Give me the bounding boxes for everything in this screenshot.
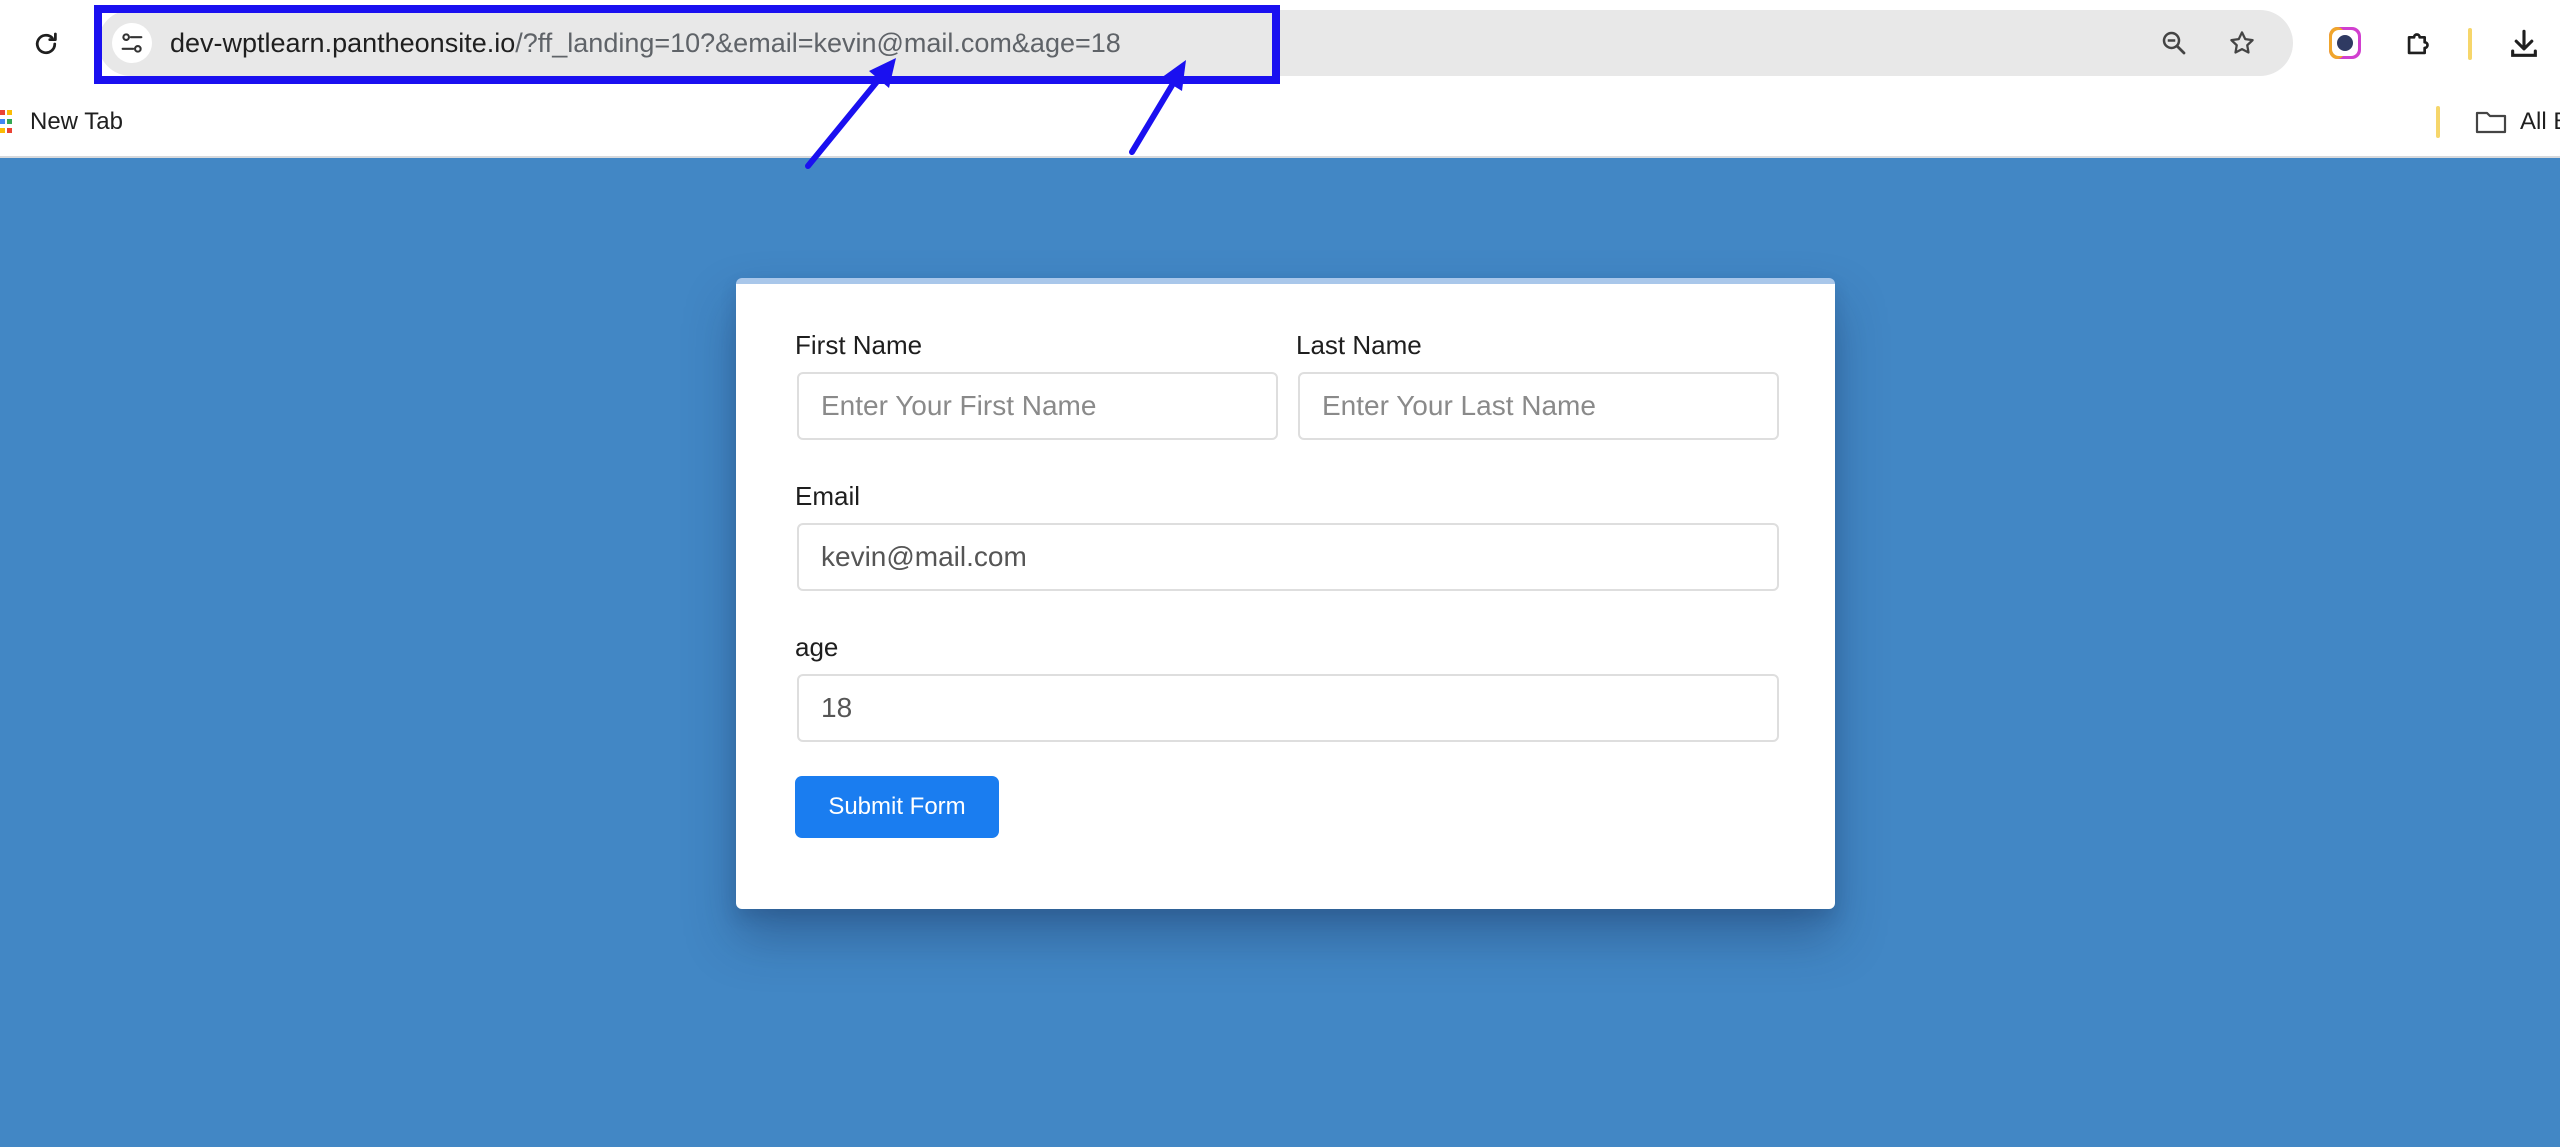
download-icon[interactable] [2502,22,2546,66]
last-name-label: Last Name [1296,330,1422,360]
url-text[interactable]: dev-wptlearn.pantheonsite.io/?ff_landing… [170,10,1121,76]
url-host: dev-wptlearn.pantheonsite.io [170,28,516,58]
bookmarks-divider [2436,106,2440,138]
address-bar[interactable]: dev-wptlearn.pantheonsite.io/?ff_landing… [98,10,2293,76]
first-name-label: First Name [795,330,923,360]
extensions-icon[interactable] [2398,22,2440,64]
zoom-out-icon[interactable] [2156,25,2192,61]
browser-toolbar: dev-wptlearn.pantheonsite.io/?ff_landing… [0,0,2560,88]
form-card: First Name Last Name Email age Submit Fo… [736,278,1835,909]
url-query: /?ff_landing=10?&email=kevin@mail.com&ag… [515,28,1121,58]
bookmark-new-tab[interactable]: New Tab [30,88,123,156]
bookmarks-bar: New Tab All B [0,88,2560,158]
submit-form-button[interactable]: Submit Form [795,776,999,838]
age-field[interactable] [797,674,1779,742]
last-name-field[interactable] [1298,372,1779,440]
age-label: age [795,632,839,662]
email-field[interactable] [797,523,1779,591]
bookmark-star-icon[interactable] [2224,25,2260,61]
apps-grid-icon[interactable] [0,110,18,134]
toolbar-divider [2468,28,2472,60]
reload-icon[interactable] [24,22,68,66]
all-bookmarks-button[interactable]: All B [2520,88,2560,156]
profile-icon[interactable] [2326,24,2364,62]
folder-icon[interactable] [2474,108,2508,136]
email-label: Email [795,481,861,511]
first-name-field[interactable] [797,372,1278,440]
site-info-icon[interactable] [112,23,152,63]
